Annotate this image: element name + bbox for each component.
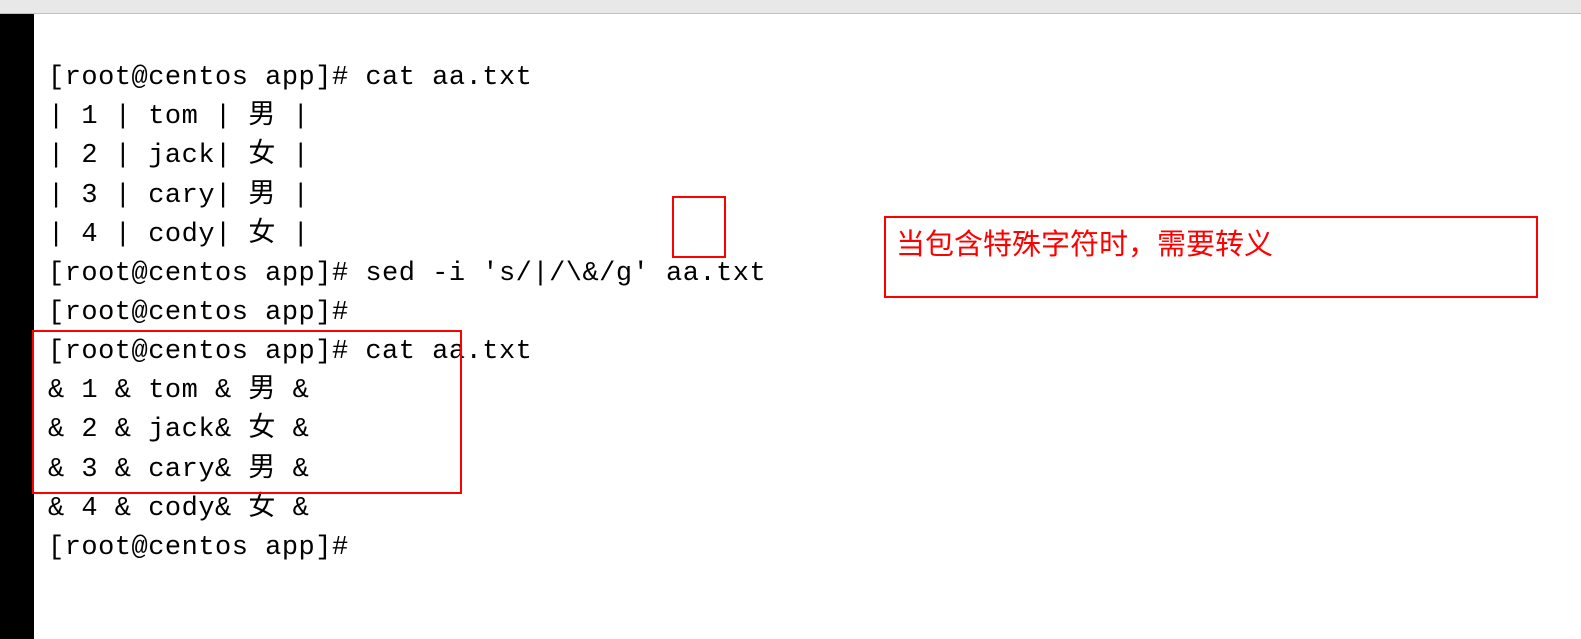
terminal-line: | 2 | jack| 女 |	[48, 141, 309, 171]
window-top-bar	[0, 0, 1581, 14]
annotation-comment-box: 当包含特殊字符时，需要转义	[884, 216, 1538, 298]
annotation-comment-text: 当包含特殊字符时，需要转义	[896, 229, 1273, 261]
terminal-line: | 3 | cary| 男 |	[48, 181, 309, 211]
left-black-stripe	[0, 14, 34, 639]
terminal-line: | 1 | tom | 男 |	[48, 102, 309, 132]
terminal-output[interactable]: [root@centos app]# cat aa.txt | 1 | tom …	[48, 20, 766, 568]
terminal-line: & 4 & cody& 女 &	[48, 494, 309, 524]
terminal-line: | 4 | cody| 女 |	[48, 220, 309, 250]
terminal-line: & 2 & jack& 女 &	[48, 415, 309, 445]
terminal-line: & 1 & tom & 男 &	[48, 376, 309, 406]
terminal-line: [root@centos app]#	[48, 298, 365, 328]
terminal-line: & 3 & cary& 男 &	[48, 455, 309, 485]
terminal-line: [root@centos app]#	[48, 533, 365, 563]
terminal-line: [root@centos app]# cat aa.txt	[48, 337, 532, 367]
terminal-line: [root@centos app]# cat aa.txt	[48, 63, 532, 93]
terminal-line: [root@centos app]# sed -i 's/|/\&/g' aa.…	[48, 259, 766, 289]
